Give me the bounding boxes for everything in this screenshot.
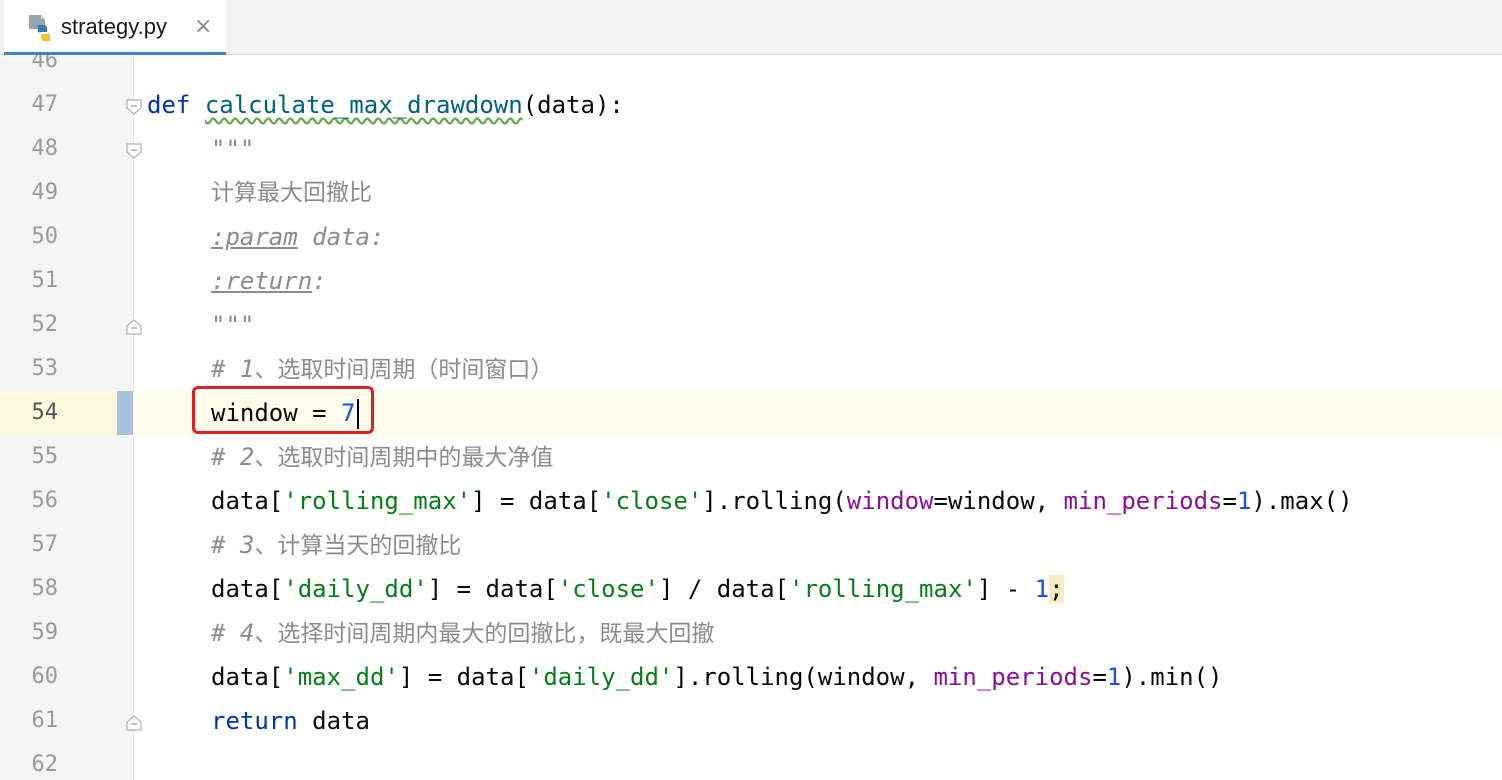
line-number: 52	[31, 312, 59, 337]
code-line[interactable]: 55 # 2、选取时间周期中的最大净值	[0, 435, 1502, 479]
close-icon[interactable]: ×	[194, 12, 212, 42]
code-line[interactable]: 61 return data	[0, 699, 1502, 743]
code-text: data['max_dd'] = data['daily_dd'].rollin…	[211, 663, 1223, 691]
comment-text: # 3、计算当天的回撤比	[211, 531, 462, 559]
docstring-text: 计算最大回撤比	[211, 180, 372, 206]
line-number: 56	[31, 488, 59, 513]
line-number: 57	[31, 532, 59, 557]
highlight-annotation-box	[192, 386, 374, 434]
editor-tab-bar: strategy.py ×	[0, 0, 1502, 55]
docstring-quote: """	[211, 135, 255, 163]
line-number: 50	[31, 224, 59, 249]
code-line[interactable]: 48 """	[0, 127, 1502, 171]
fold-end-icon[interactable]	[125, 318, 143, 336]
line-number: 51	[31, 268, 59, 293]
python-file-icon	[29, 15, 51, 41]
unnecessary-semicolon-warning: ;	[1049, 575, 1064, 603]
fold-end-icon[interactable]	[125, 714, 143, 732]
fold-arrow-icon[interactable]	[125, 98, 143, 116]
line-number: 61	[31, 708, 59, 733]
code-line[interactable]: 58 data['daily_dd'] = data['close'] / da…	[0, 567, 1502, 611]
code-line[interactable]: 49 计算最大回撤比	[0, 171, 1502, 215]
code-line[interactable]: 57 # 3、计算当天的回撤比	[0, 523, 1502, 567]
code-text: :param data:	[211, 223, 385, 251]
code-line[interactable]: 60 data['max_dd'] = data['daily_dd'].rol…	[0, 655, 1502, 699]
code-line[interactable]: 47 def calculate_max_drawdown(data):	[0, 83, 1502, 127]
line-number: 60	[31, 664, 59, 689]
code-text: data['daily_dd'] = data['close'] / data[…	[211, 575, 1064, 603]
code-text: :return:	[211, 267, 327, 295]
code-line[interactable]: 51 :return:	[0, 259, 1502, 303]
fold-arrow-icon[interactable]	[125, 142, 143, 160]
change-marker[interactable]	[117, 391, 133, 435]
code-line[interactable]: 59 # 4、选择时间周期内最大的回撤比，既最大回撤	[0, 611, 1502, 655]
line-number: 53	[31, 356, 59, 381]
code-line[interactable]: 46	[0, 55, 1502, 83]
code-line[interactable]: 62	[0, 743, 1502, 780]
code-line[interactable]: 56 data['rolling_max'] = data['close'].r…	[0, 479, 1502, 523]
code-text: data['rolling_max'] = data['close'].roll…	[211, 487, 1353, 515]
line-number: 58	[31, 576, 59, 601]
line-number: 49	[31, 180, 59, 205]
line-number: 46	[31, 55, 59, 73]
comment-text: # 4、选择时间周期内最大的回撤比，既最大回撤	[211, 619, 715, 647]
code-line[interactable]: 53 # 1、选取时间周期（时间窗口）	[0, 347, 1502, 391]
line-number: 62	[31, 752, 59, 777]
line-number: 48	[31, 136, 59, 161]
code-text: def calculate_max_drawdown(data):	[147, 91, 624, 119]
comment-text: # 1、选取时间周期（时间窗口）	[211, 355, 554, 383]
line-number: 54	[31, 400, 59, 425]
code-editor[interactable]: 46 47 def calculate_max_drawdown(data): …	[0, 55, 1502, 780]
line-number: 47	[31, 92, 59, 117]
comment-text: # 2、选取时间周期中的最大净值	[211, 443, 554, 471]
code-line[interactable]: 52 """	[0, 303, 1502, 347]
line-number: 55	[31, 444, 59, 469]
code-text: return data	[211, 707, 370, 735]
tab-strategy-py[interactable]: strategy.py ×	[4, 0, 226, 55]
code-line[interactable]: 50 :param data:	[0, 215, 1502, 259]
tab-title: strategy.py	[61, 14, 167, 39]
docstring-quote: """	[211, 311, 255, 339]
line-number: 59	[31, 620, 59, 645]
